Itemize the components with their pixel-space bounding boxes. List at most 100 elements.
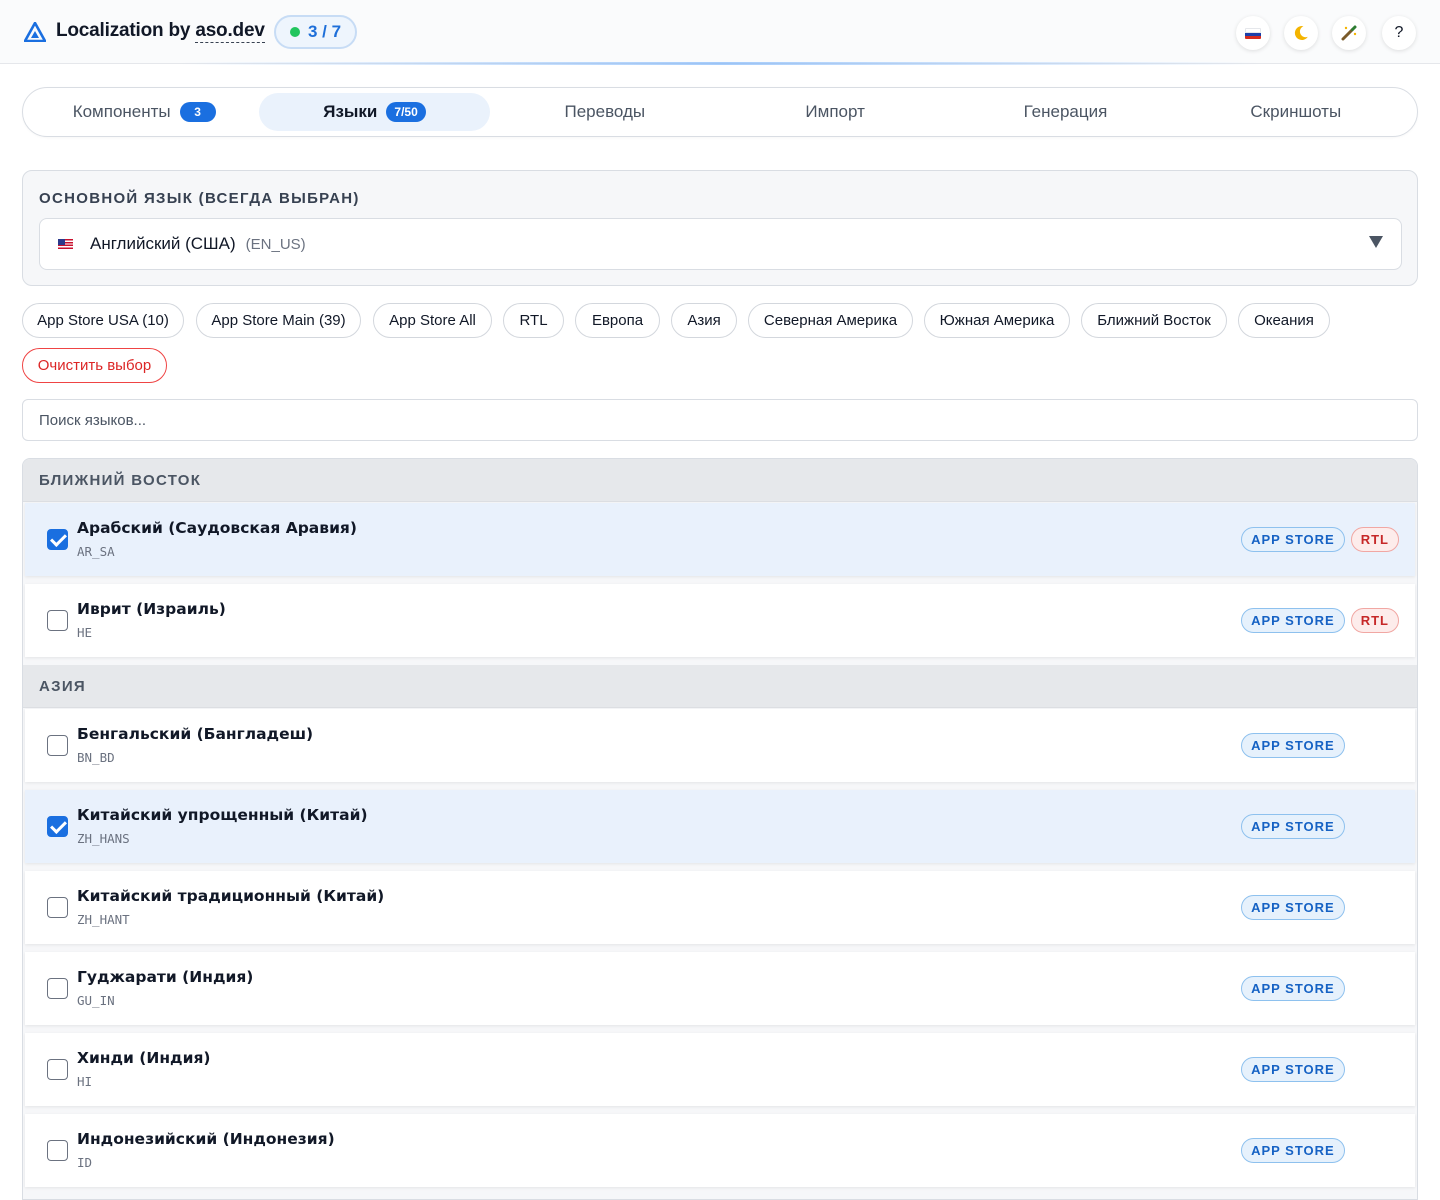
language-row-hi[interactable]: Хинди (Индия) HI APP STORE RTL (25, 1033, 1415, 1106)
language-tags: APP STORE RTL (1241, 814, 1399, 839)
tab-generation[interactable]: Генерация (950, 93, 1180, 131)
language-code: AR_SA (77, 544, 115, 559)
tab-count-badge: 3 (179, 102, 216, 122)
aso-dev-link[interactable]: aso.dev (195, 20, 265, 43)
app-store-badge: APP STORE (1241, 733, 1345, 758)
language-tags: APP STORE RTL (1241, 1138, 1399, 1163)
language-name: Бенгальский (Бангладеш) (77, 725, 314, 743)
language-switch-button[interactable] (1236, 16, 1270, 50)
tab-label: Скриншоты (1250, 102, 1342, 121)
app-store-badge: APP STORE (1241, 1138, 1345, 1163)
preset-rtl[interactable]: RTL (503, 303, 564, 338)
language-name: Китайский упрощенный (Китай) (77, 806, 368, 824)
app-store-badge: APP STORE (1241, 608, 1345, 633)
theme-toggle-button[interactable] (1284, 16, 1318, 50)
language-row-zh-hans[interactable]: Китайский упрощенный (Китай) ZH_HANS APP… (25, 790, 1415, 863)
tab-label: Переводы (564, 102, 646, 121)
tab-label: Генерация (1023, 102, 1108, 121)
preset-europe[interactable]: Европа (575, 303, 660, 338)
language-search-input[interactable] (22, 399, 1418, 441)
tab-label: Компоненты (72, 102, 171, 121)
language-name: Иврит (Израиль) (77, 600, 226, 618)
clear-selection-button[interactable]: Очистить выбор (22, 348, 167, 383)
language-row-id[interactable]: Индонезийский (Индонезия) ID APP STORE R… (25, 1114, 1415, 1187)
rtl-badge: RTL (1350, 527, 1399, 552)
section-tabs: Компоненты 3 Языки 7/50 Переводы Импорт … (22, 87, 1418, 137)
tab-count-badge: 7/50 (386, 102, 426, 122)
group-header-middle-east: БЛИЖНИЙ ВОСТОК (23, 459, 1417, 502)
language-row-zh-hant[interactable]: Китайский традиционный (Китай) ZH_HANT A… (25, 871, 1415, 944)
language-row-bn-bd[interactable]: Бенгальский (Бангладеш) BN_BD APP STORE … (25, 709, 1415, 782)
help-button[interactable]: ? (1382, 16, 1416, 50)
app-title-prefix: Localization by (56, 20, 196, 41)
language-tags: APP STORE RTL (1241, 733, 1399, 758)
language-checkbox[interactable] (47, 610, 68, 631)
language-tags: APP STORE RTL (1241, 895, 1399, 920)
rtl-badge: RTL (1350, 608, 1399, 633)
language-tags: APP STORE RTL (1241, 976, 1399, 1001)
preset-north-america[interactable]: Северная Америка (748, 303, 913, 338)
language-code: GU_IN (77, 993, 115, 1008)
language-checkbox[interactable] (47, 529, 68, 550)
language-list: БЛИЖНИЙ ВОСТОК Арабский (Саудовская Арав… (22, 458, 1418, 1200)
language-checkbox[interactable] (47, 1059, 68, 1080)
primary-language-label: ОСНОВНОЙ ЯЗЫК (ВСЕГДА ВЫБРАН) (39, 190, 360, 207)
language-name: Индонезийский (Индонезия) (77, 1130, 335, 1148)
language-name: Арабский (Саудовская Аравия) (77, 519, 357, 537)
status-dot-icon (290, 27, 300, 37)
progress-indicator[interactable]: 3 / 7 (274, 15, 358, 49)
primary-language-panel: ОСНОВНОЙ ЯЗЫК (ВСЕГДА ВЫБРАН) Английский… (22, 170, 1418, 286)
app-title: Localization by aso.dev (56, 20, 265, 43)
language-row-he[interactable]: Иврит (Израиль) HE APP STORE RTL (25, 584, 1415, 657)
language-checkbox[interactable] (47, 897, 68, 918)
language-tags: APP STORE RTL (1241, 1057, 1399, 1082)
preset-app-store-all[interactable]: App Store All (373, 303, 492, 338)
language-tags: APP STORE RTL (1241, 608, 1399, 633)
language-tags: APP STORE RTL (1241, 527, 1399, 552)
primary-language-name: Английский (США) (90, 234, 236, 253)
tab-languages[interactable]: Языки 7/50 (259, 93, 490, 131)
tab-translations[interactable]: Переводы (490, 93, 720, 131)
language-code: HE (77, 625, 93, 640)
russia-flag-icon (1245, 27, 1261, 39)
primary-language-select[interactable]: Английский (США) (EN_US) (39, 218, 1402, 270)
preset-south-america[interactable]: Южная Америка (924, 303, 1070, 338)
app-store-badge: APP STORE (1241, 895, 1345, 920)
language-checkbox[interactable] (47, 1140, 68, 1161)
language-code: BN_BD (77, 750, 115, 765)
dropdown-caret-icon (1369, 236, 1383, 248)
progress-count: 3 / 7 (308, 22, 342, 41)
tools-button[interactable] (1332, 16, 1366, 50)
language-code: ID (77, 1155, 93, 1170)
usa-flag-icon (58, 239, 73, 249)
language-row-ar-sa[interactable]: Арабский (Саудовская Аравия) AR_SA APP S… (25, 503, 1415, 576)
tab-label: Импорт (805, 102, 865, 121)
preset-middle-east[interactable]: Ближний Восток (1081, 303, 1227, 338)
magic-wand-icon (1341, 25, 1357, 41)
app-store-badge: APP STORE (1241, 814, 1345, 839)
language-name: Китайский традиционный (Китай) (77, 887, 385, 905)
preset-asia[interactable]: Азия (671, 303, 737, 338)
language-code: HI (77, 1074, 93, 1089)
language-code: ZH_HANT (77, 912, 130, 927)
language-checkbox[interactable] (47, 735, 68, 756)
language-row-gu-in[interactable]: Гуджарати (Индия) GU_IN APP STORE RTL (25, 952, 1415, 1025)
app-store-badge: APP STORE (1241, 527, 1345, 552)
tab-components[interactable]: Компоненты 3 (29, 93, 259, 131)
app-store-badge: APP STORE (1241, 1057, 1345, 1082)
language-checkbox[interactable] (47, 978, 68, 999)
language-name: Гуджарати (Индия) (77, 968, 254, 986)
primary-language-code: (EN_US) (245, 235, 306, 253)
tab-label: Языки (323, 102, 378, 121)
tab-screenshots[interactable]: Скриншоты (1181, 93, 1411, 131)
top-bar: Localization by aso.dev 3 / 7 ? (0, 0, 1440, 65)
preset-oceania[interactable]: Океания (1238, 303, 1330, 338)
preset-app-store-main[interactable]: App Store Main (39) (196, 303, 361, 338)
language-code: ZH_HANS (77, 831, 130, 846)
tab-import[interactable]: Импорт (720, 93, 950, 131)
header-divider-glow (180, 62, 1260, 65)
preset-app-store-usa[interactable]: App Store USA (10) (22, 303, 184, 338)
language-name: Хинди (Индия) (77, 1049, 211, 1067)
language-checkbox[interactable] (47, 816, 68, 837)
app-store-badge: APP STORE (1241, 976, 1345, 1001)
